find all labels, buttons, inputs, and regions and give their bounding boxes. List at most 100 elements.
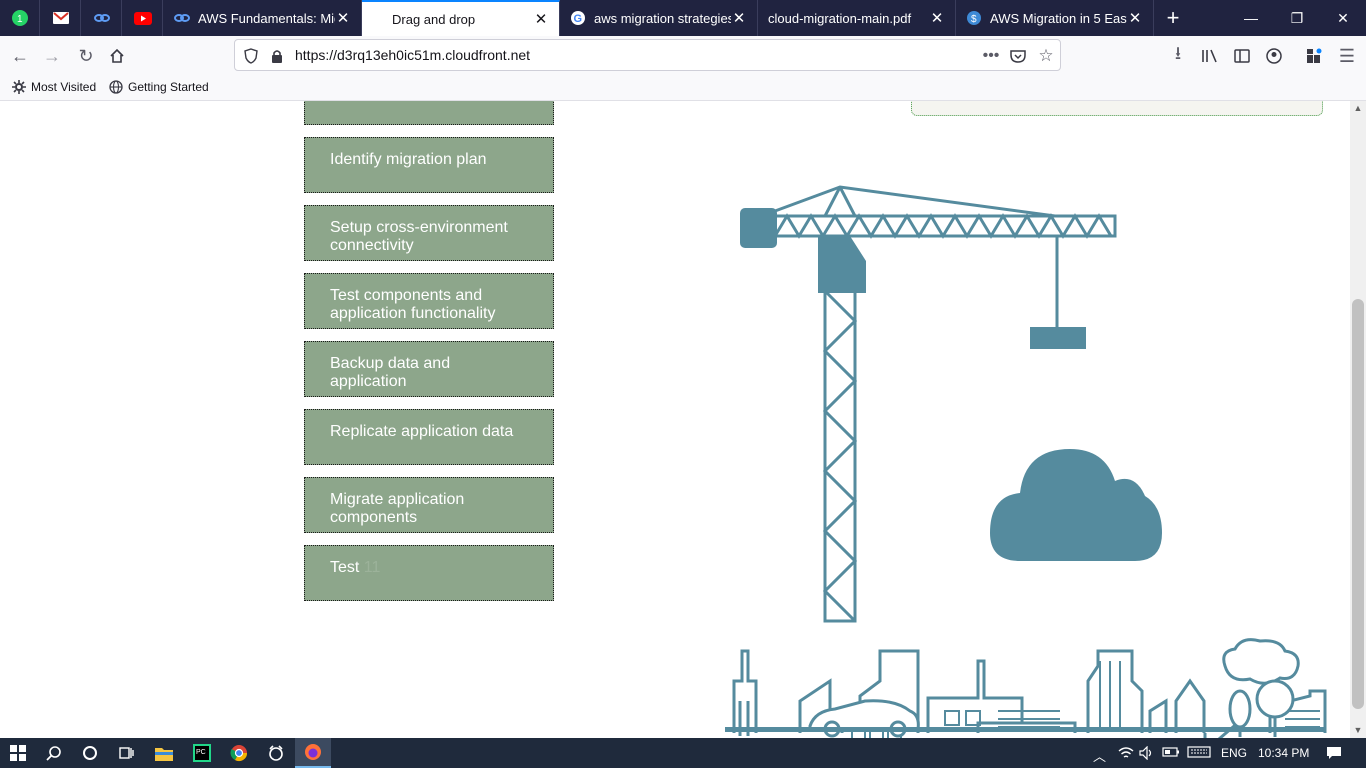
globe-icon [109,80,123,94]
step-box[interactable]: Test components and application function… [304,273,554,329]
step-label: Identify migration plan [330,151,487,168]
home-icon [110,48,124,63]
tab-aws-fundamentals[interactable]: AWS Fundamentals: Migra ✕ [164,0,362,36]
step-box[interactable]: Setup cross-environment connectivity [304,205,554,261]
cortana-button[interactable] [72,738,108,768]
file-explorer-icon [155,747,173,761]
tab-cloud-migration-pdf[interactable]: cloud-migration-main.pdf ✕ [758,0,956,36]
notifications-icon[interactable] [1326,746,1342,763]
pycharm-button[interactable]: PC [184,738,220,768]
forward-button[interactable]: → [36,40,68,72]
step-ghost-number: 11 [363,559,381,576]
coursera-icon [174,14,190,22]
back-button[interactable]: ← [4,40,36,72]
step-label: Backup data and application [330,355,451,390]
close-icon[interactable]: ✕ [533,10,549,28]
step-box[interactable]: Test 11 [304,545,554,601]
tab-aws-migration-strategies[interactable]: G aws migration strategies a ✕ [560,0,758,36]
gmail-icon [52,12,69,24]
task-view-button[interactable] [108,738,144,768]
language-indicator[interactable]: ENG [1221,746,1247,760]
new-tab-button[interactable]: + [1158,0,1188,36]
page-actions-icon[interactable]: ••• [981,46,1001,66]
url-bar[interactable]: https://d3rq13eh0ic51m.cloudfront.net ••… [234,39,1061,71]
app-button[interactable] [258,738,294,768]
menu-button[interactable]: ☰ [1331,40,1363,72]
reload-button[interactable]: ↻ [70,40,102,72]
pinned-tab-gmail[interactable] [41,0,81,36]
step-box-partial[interactable] [304,101,554,125]
tab-drag-and-drop[interactable]: Drag and drop ✕ [362,0,560,36]
tab-title: aws migration strategies a [594,10,731,26]
google-icon: G [571,11,585,25]
library-button[interactable] [1194,40,1226,72]
bookmarks-toolbar: Most Visited Getting Started [0,76,1366,101]
app-icon [269,745,283,761]
sidebar-button[interactable] [1226,40,1258,72]
pinned-tab-link[interactable] [82,0,122,36]
link-icon [93,14,110,22]
battery-icon[interactable] [1162,746,1180,761]
close-icon[interactable]: ✕ [929,9,945,27]
volume-icon[interactable] [1139,745,1155,763]
crane-city-illustration [725,185,1327,738]
downloads-button[interactable]: ⭳ [1162,40,1194,72]
tray-chevron-icon[interactable]: ︿ [1093,746,1106,765]
file-explorer-button[interactable] [146,738,182,768]
page-viewport: Identify migration plan Setup cross-envi… [0,101,1350,738]
bookmark-star-icon[interactable]: ☆ [1036,46,1056,66]
shield-icon[interactable] [241,46,261,66]
pycharm-icon: PC [193,744,211,762]
bookmark-getting-started[interactable]: Getting Started [109,80,209,94]
bookmark-label: Getting Started [128,80,209,94]
reload-icon: ↻ [78,45,94,66]
task-view-icon [119,747,134,759]
restore-button[interactable]: ❐ [1274,0,1320,36]
pinned-tab-youtube[interactable] [123,0,163,36]
step-box[interactable]: Migrate application components [304,477,554,533]
wifi-icon[interactable] [1118,746,1134,763]
clock[interactable]: 10:34 PM [1258,746,1309,760]
drop-zone[interactable] [911,101,1323,116]
pocket-icon[interactable] [1008,46,1028,66]
close-icon[interactable]: ✕ [1127,9,1143,27]
step-label: Migrate application components [330,491,465,526]
scroll-up-icon[interactable]: ▲ [1353,103,1363,113]
scroll-thumb[interactable] [1352,299,1364,709]
step-box[interactable]: Backup data and application [304,341,554,397]
search-button[interactable] [36,738,72,768]
pinned-tab-whatsapp[interactable]: 1 [0,0,40,36]
page-scrollbar[interactable]: ▲ ▼ [1350,101,1366,738]
tab-title: AWS Migration in 5 Easy S [990,10,1127,26]
step-label: Replicate application data [330,423,514,440]
svg-text:1: 1 [17,14,23,25]
keyboard-icon[interactable] [1187,746,1211,761]
step-box[interactable]: Identify migration plan [304,137,554,193]
library-icon [1202,49,1217,63]
download-icon: ⭳ [1174,43,1182,63]
tab-title: cloud-migration-main.pdf [768,10,912,26]
whatsapp-icon: 1 [11,10,28,26]
lock-icon[interactable] [267,46,287,66]
minimize-button[interactable]: — [1228,0,1274,36]
close-window-button[interactable]: ✕ [1320,0,1366,36]
tab-title: Drag and drop [392,11,476,27]
svg-text:$: $ [971,14,977,25]
close-icon[interactable]: ✕ [335,9,351,27]
step-box[interactable]: Replicate application data [304,409,554,465]
firefox-button[interactable] [295,738,331,768]
youtube-icon [133,11,152,25]
svg-text:PC: PC [196,749,206,756]
step-label: Setup cross-environment connectivity [330,219,508,254]
home-button[interactable] [101,40,133,72]
scroll-down-icon[interactable]: ▼ [1353,725,1363,735]
start-button[interactable] [0,738,36,768]
bookmark-most-visited[interactable]: Most Visited [12,80,96,94]
close-icon[interactable]: ✕ [731,9,747,27]
url-text: https://d3rq13eh0ic51m.cloudfront.net [295,47,531,63]
account-button[interactable] [1258,40,1290,72]
step-label: Test [330,559,360,576]
chrome-button[interactable] [221,738,257,768]
extensions-button[interactable] [1298,40,1330,72]
tab-aws-migration-5-steps[interactable]: $ AWS Migration in 5 Easy S ✕ [956,0,1154,36]
